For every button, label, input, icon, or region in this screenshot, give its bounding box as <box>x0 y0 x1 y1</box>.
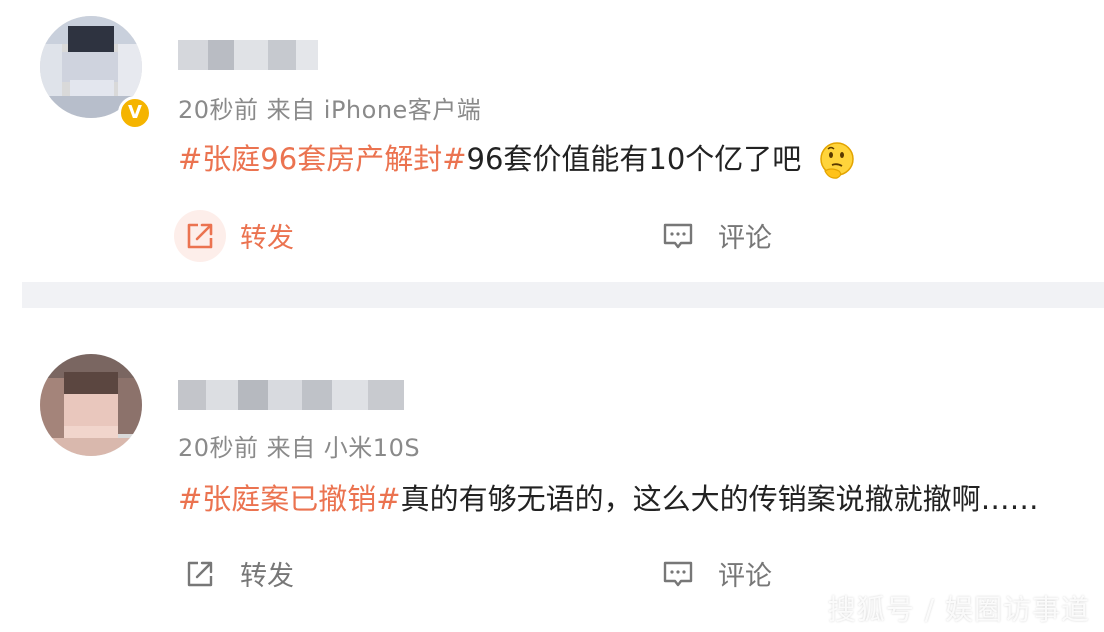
thinking-face-emoji <box>819 142 854 179</box>
repost-icon <box>187 561 213 586</box>
repost-button[interactable]: 转发 <box>182 554 294 593</box>
username-blurred[interactable] <box>178 380 404 410</box>
comment-label: 评论 <box>718 223 772 254</box>
post-content: #张庭案已撤销#真的有够无语的，这么大的传销案说撤就撤啊…… <box>178 476 1039 518</box>
user-avatar[interactable] <box>40 354 142 456</box>
username-blurred[interactable] <box>178 40 318 70</box>
post-card-2: 20秒前 来自 小米10S #张庭案已撤销#真的有够无语的，这么大的传销案说撤就… <box>0 308 1104 632</box>
verified-badge-icon: V <box>118 96 152 130</box>
repost-button[interactable]: 转发 <box>174 209 294 262</box>
post-content: #张庭96套房产解封#96套价值能有10个亿了吧 <box>178 136 857 181</box>
comment-icon <box>663 561 693 586</box>
hashtag-link[interactable]: #张庭96套房产解封# <box>178 142 467 176</box>
repost-label: 转发 <box>240 223 294 254</box>
watermark-text: 搜狐号 / 娱圈访事道 <box>827 593 1090 626</box>
post-meta: 20秒前 来自 iPhone客户端 <box>178 96 482 124</box>
post-meta: 20秒前 来自 小米10S <box>178 434 421 462</box>
comment-label: 评论 <box>718 561 772 592</box>
post-text: 96套价值能有10个亿了吧 <box>466 142 802 176</box>
comment-button[interactable]: 评论 <box>660 216 772 255</box>
post-card-1: V 20秒前 来自 iPhone客户端 #张庭96套房产解封#96套价值能有10… <box>0 0 1104 282</box>
comment-button[interactable]: 评论 <box>660 554 772 593</box>
hashtag-link[interactable]: #张庭案已撤销# <box>178 482 401 516</box>
post-text: 真的有够无语的，这么大的传销案说撤就撤啊…… <box>400 482 1039 516</box>
repost-icon <box>187 223 213 248</box>
repost-label: 转发 <box>240 561 294 592</box>
comment-icon <box>663 223 693 248</box>
post-divider <box>22 282 1104 308</box>
